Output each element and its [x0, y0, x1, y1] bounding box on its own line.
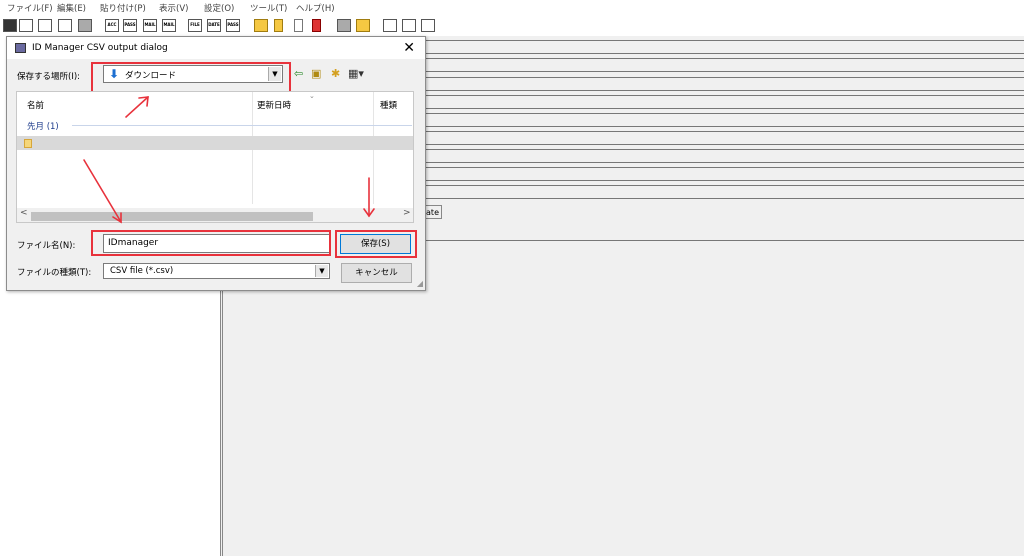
arrow-to-location — [125, 96, 149, 118]
arrow-to-filename — [83, 159, 122, 223]
annotation-arrows — [83, 96, 375, 224]
